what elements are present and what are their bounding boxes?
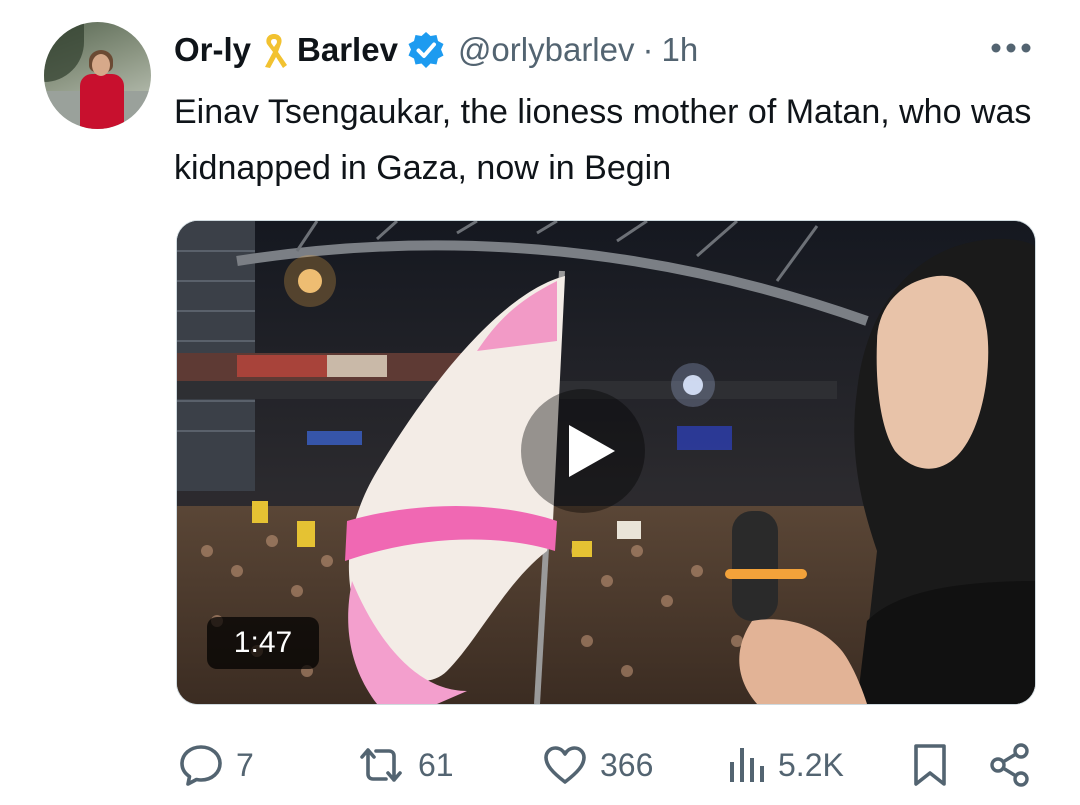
bookmark-icon [914,744,946,786]
share-button[interactable] [988,735,1032,795]
bookmark-button[interactable] [912,735,948,795]
tweet-header: Or-ly Barlev @orlybarlev · 1h [174,30,698,70]
like-button[interactable]: 366 [542,735,653,795]
author-avatar[interactable] [44,22,151,129]
reply-icon [180,745,222,786]
tweet-text: Einav Tsengaukar, the lioness mother of … [174,93,1032,187]
reply-count: 7 [236,746,254,783]
like-count: 366 [600,746,654,783]
avatar-figure-head [92,54,110,76]
display-name-first[interactable]: Or-ly [174,31,251,69]
repost-icon [360,748,402,782]
more-options-icon[interactable] [988,40,1034,56]
views-button[interactable]: 5.2K [726,735,844,795]
repost-count: 61 [418,746,454,783]
repost-button[interactable]: 61 [356,735,454,795]
video-duration-badge: 1:47 [207,617,319,669]
play-icon[interactable] [521,389,645,513]
avatar-figure-dress [80,74,124,129]
yellow-ribbon-icon [265,34,288,68]
verified-badge-icon [408,32,444,68]
tweet-actions-bar: 7 61 366 5.2K [0,735,1080,795]
post-time[interactable]: 1h [662,31,699,69]
views-icon [730,748,764,782]
views-count: 5.2K [778,746,844,783]
header-separator: · [642,31,654,68]
reply-button[interactable]: 7 [178,735,254,795]
heart-icon [544,746,586,784]
author-handle[interactable]: @orlybarlev [458,31,635,69]
avatar-tree [44,22,84,82]
share-icon [990,743,1029,787]
display-name-last[interactable]: Barlev [297,31,398,69]
